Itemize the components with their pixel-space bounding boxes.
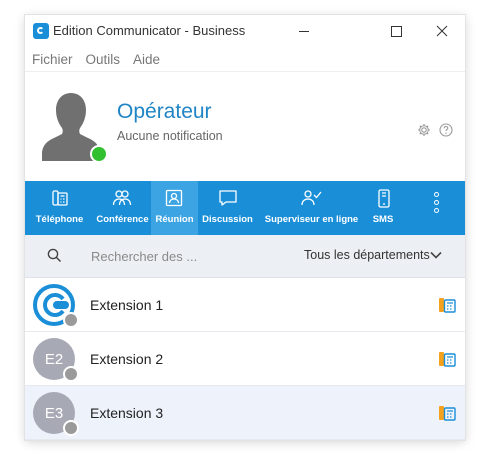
menu-outils[interactable]: Outils — [86, 52, 121, 67]
tab-sms[interactable]: SMS — [366, 181, 400, 235]
tab-conference[interactable]: Conférence — [94, 181, 151, 235]
user-status[interactable]: Aucune notification — [117, 129, 223, 143]
more-dot — [433, 208, 439, 213]
menu-aide[interactable]: Aide — [133, 52, 160, 67]
presence-indicator — [63, 312, 79, 328]
title-bar: Edition Communicator - Business — [25, 15, 465, 47]
window-title: Edition Communicator - Business — [53, 23, 246, 38]
menu-fichier[interactable]: Fichier — [32, 52, 73, 67]
more-options-button[interactable] — [430, 192, 442, 224]
minimize-button[interactable] — [281, 15, 327, 47]
extension-name: Extension 1 — [90, 297, 164, 313]
search-bar: Tous les départements — [25, 235, 465, 278]
more-dot — [433, 200, 439, 205]
chevron-down-icon[interactable] — [430, 251, 442, 259]
main-toolbar: Téléphone Conférence Réunion Discussion — [25, 181, 465, 235]
extension-name: Extension 3 — [90, 405, 164, 421]
close-icon — [436, 25, 448, 37]
close-button[interactable] — [419, 15, 465, 47]
desk-phone-icon[interactable] — [438, 351, 456, 367]
list-item[interactable]: Extension 1 — [25, 278, 465, 332]
tab-discussion[interactable]: Discussion — [198, 181, 257, 235]
tab-label: Conférence — [96, 214, 149, 225]
tab-reunion[interactable]: Réunion — [151, 181, 198, 235]
user-name: Opérateur — [117, 100, 212, 123]
presence-indicator — [90, 145, 108, 163]
maximize-icon — [390, 25, 402, 37]
mobile-phone-icon — [378, 189, 390, 208]
maximize-button[interactable] — [373, 15, 419, 47]
presence-indicator — [63, 366, 79, 382]
app-logo-icon — [33, 23, 49, 39]
tab-superviseur-en-ligne[interactable]: Superviseur en ligne — [257, 181, 366, 235]
presence-indicator — [63, 420, 79, 436]
minimize-icon — [299, 30, 309, 32]
list-item[interactable]: E2 Extension 2 — [25, 332, 465, 386]
tab-telephone[interactable]: Téléphone — [25, 181, 94, 235]
profile-panel: Opérateur Aucune notification — [25, 72, 465, 180]
communicator-window: Edition Communicator - Business Fichier … — [25, 15, 465, 440]
desk-phone-icon[interactable] — [438, 405, 456, 421]
chat-icon — [219, 190, 237, 206]
tab-label: SMS — [372, 214, 394, 225]
list-item[interactable]: E3 Extension 3 — [25, 386, 465, 440]
group-icon — [112, 190, 132, 206]
meeting-icon — [165, 189, 183, 207]
menu-bar: Fichier Outils Aide — [25, 47, 465, 72]
supervisor-icon — [301, 190, 322, 206]
tab-label: Discussion — [202, 214, 253, 225]
desk-phone-icon[interactable] — [438, 297, 456, 313]
more-dot — [433, 192, 439, 197]
tab-label: Superviseur en ligne — [264, 214, 359, 225]
help-icon[interactable] — [439, 123, 453, 137]
search-icon[interactable] — [47, 248, 62, 263]
desk-phone-icon — [52, 190, 68, 206]
extension-name: Extension 2 — [90, 351, 164, 367]
gear-icon[interactable] — [417, 123, 431, 137]
tab-label: Réunion — [155, 214, 194, 225]
search-input[interactable] — [91, 247, 241, 265]
tab-label: Téléphone — [35, 214, 84, 225]
department-select[interactable]: Tous les départements — [304, 248, 430, 262]
